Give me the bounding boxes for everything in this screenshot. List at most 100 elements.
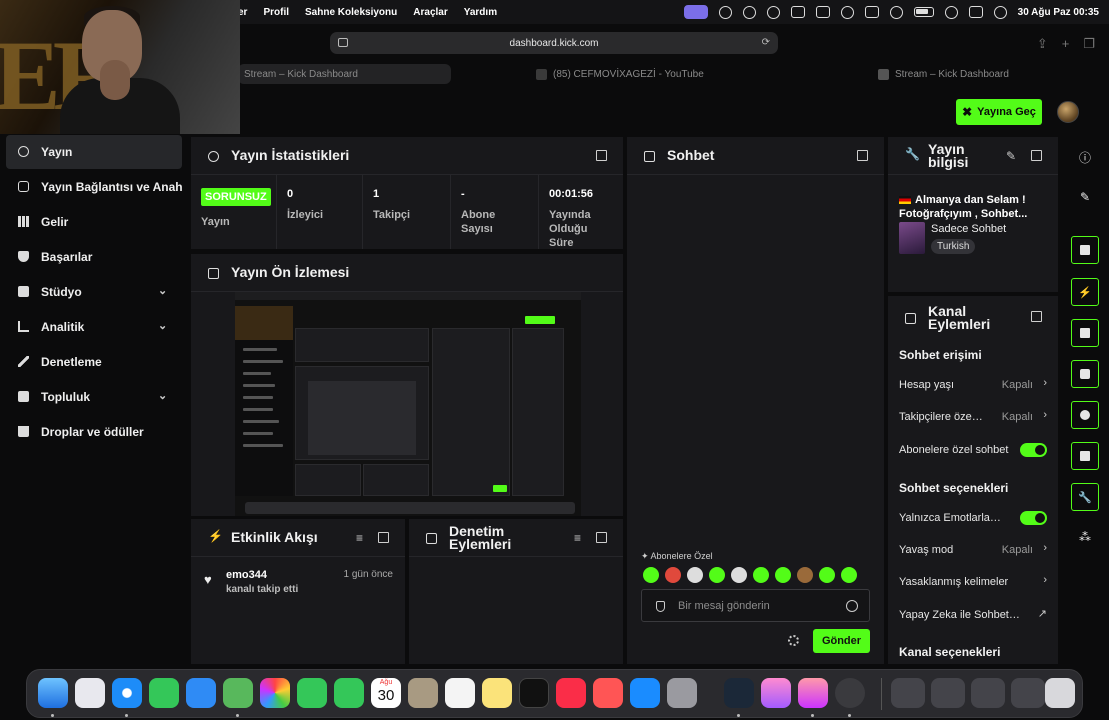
- emote-icon[interactable]: [841, 567, 857, 583]
- facetime-icon[interactable]: [297, 678, 327, 708]
- sidebar-item-stream-key[interactable]: Yayın Bağlantısı ve Anah: [6, 170, 183, 204]
- expand-icon[interactable]: [378, 532, 389, 543]
- emote-icon[interactable]: [665, 567, 681, 583]
- safari-icon[interactable]: [112, 678, 142, 708]
- gear-icon[interactable]: [788, 635, 799, 646]
- tab-kick-dashboard-2[interactable]: Stream – Kick Dashboard: [878, 64, 1078, 84]
- edit-layout-icon[interactable]: ✎: [1077, 189, 1093, 205]
- emotes-only-toggle[interactable]: [1020, 511, 1047, 525]
- apple-tv-icon[interactable]: [519, 678, 549, 708]
- recent-window-thumb[interactable]: [931, 678, 965, 708]
- steam-status-icon[interactable]: [766, 5, 780, 19]
- keyboard-icon[interactable]: [864, 6, 879, 18]
- rail-channel-button[interactable]: [1071, 442, 1099, 470]
- mail-icon[interactable]: [186, 678, 216, 708]
- subs-only-toggle[interactable]: [1020, 443, 1047, 457]
- recent-window-thumb[interactable]: [1011, 678, 1045, 708]
- translate-reload-icon[interactable]: ⟳: [762, 37, 770, 48]
- apps-icon[interactable]: ⁂: [1077, 529, 1093, 545]
- sidebar-item-topluluk[interactable]: Topluluk ⌄: [6, 380, 182, 414]
- emote-icon[interactable]: [687, 567, 703, 583]
- event-user[interactable]: emo344: [226, 569, 267, 581]
- search-icon[interactable]: [944, 5, 958, 19]
- new-tab-icon[interactable]: +: [1062, 36, 1070, 52]
- rail-activity-button[interactable]: ⚡: [1071, 278, 1099, 306]
- emote-icon[interactable]: [753, 567, 769, 583]
- expand-icon[interactable]: [596, 150, 607, 161]
- notes-icon[interactable]: [482, 678, 512, 708]
- phone-icon[interactable]: [334, 678, 364, 708]
- rail-info-button[interactable]: 🔧: [1071, 483, 1099, 511]
- menu-item-profil[interactable]: Profil: [263, 7, 289, 18]
- chevron-down-icon[interactable]: ⌄: [158, 284, 167, 297]
- menubar-clock[interactable]: 30 Ağu Paz 00:35: [1018, 7, 1099, 18]
- emote-icon[interactable]: [819, 567, 835, 583]
- category-name[interactable]: Sadece Sohbet: [931, 223, 1006, 235]
- obs-icon[interactable]: [835, 678, 865, 708]
- sidebar-item-denetleme[interactable]: Denetleme: [6, 345, 182, 379]
- car-icon[interactable]: [815, 6, 830, 18]
- instagram-icon[interactable]: [798, 678, 828, 708]
- loader-icon[interactable]: [840, 5, 854, 19]
- app-store-icon[interactable]: [630, 678, 660, 708]
- user-avatar[interactable]: [1057, 101, 1079, 123]
- edit-icon[interactable]: ✎: [1006, 149, 1016, 163]
- rail-moderation-button[interactable]: [1071, 319, 1099, 347]
- chevron-down-icon[interactable]: ⌄: [158, 319, 167, 332]
- followers-only-setting[interactable]: Takipçilere öze… Kapalı ›: [899, 408, 1049, 426]
- photos-icon[interactable]: [260, 678, 290, 708]
- ai-app-icon[interactable]: [761, 678, 791, 708]
- music-icon[interactable]: [556, 678, 586, 708]
- stream-preview-video[interactable]: [235, 292, 581, 516]
- send-button[interactable]: Gönder: [813, 629, 870, 653]
- sidebar-item-droplar[interactable]: Droplar ve ödüller: [6, 415, 182, 449]
- tab-youtube[interactable]: (85) CEFMOVİXAGEZİ - YouTube: [536, 64, 756, 84]
- rail-stats-button[interactable]: [1071, 401, 1099, 429]
- sidebar-toggle-icon[interactable]: [338, 38, 348, 47]
- sidebar-item-basarilar[interactable]: Başarılar: [6, 240, 182, 274]
- sidebar-item-yayin[interactable]: Yayın: [6, 135, 182, 169]
- expand-icon[interactable]: [857, 150, 868, 161]
- finder-icon[interactable]: [38, 678, 68, 708]
- filter-icon[interactable]: ≡: [574, 531, 581, 545]
- control-center-icon[interactable]: [968, 6, 983, 18]
- account-age-setting[interactable]: Hesap yaşı Kapalı ›: [899, 376, 1049, 394]
- menu-item-araclar[interactable]: Araçlar: [413, 7, 447, 18]
- wifi-icon[interactable]: [889, 5, 903, 19]
- expand-icon[interactable]: [1031, 150, 1042, 161]
- calendar-icon[interactable]: Ağu 30: [371, 678, 401, 708]
- tab-kick-dashboard-1[interactable]: Stream – Kick Dashboard: [238, 64, 451, 84]
- chevron-down-icon[interactable]: ⌄: [158, 389, 167, 402]
- sidebar-item-studyo[interactable]: Stüdyo ⌄: [6, 275, 182, 309]
- emote-icon[interactable]: [731, 567, 747, 583]
- slow-mode-setting[interactable]: Yavaş mod Kapalı ›: [899, 541, 1049, 559]
- siri-icon[interactable]: [993, 5, 1007, 19]
- sidebar-item-gelir[interactable]: Gelir: [6, 205, 182, 239]
- ai-chat-setting[interactable]: Yapay Zeka ile Sohbet… ↗: [899, 606, 1049, 624]
- go-live-button[interactable]: ✖ Yayına Geç: [956, 99, 1042, 125]
- emote-icon[interactable]: [709, 567, 725, 583]
- screen-share-icon[interactable]: [683, 5, 708, 19]
- menu-item-sahne[interactable]: Sahne Koleksiyonu: [305, 7, 397, 18]
- eye-icon[interactable]: [718, 5, 732, 19]
- messages-icon[interactable]: [149, 678, 179, 708]
- url-text[interactable]: dashboard.kick.com: [510, 38, 599, 49]
- emoji-icon[interactable]: [846, 600, 858, 612]
- maps-icon[interactable]: [223, 678, 253, 708]
- chat-message-input[interactable]: Bir mesaj gönderin: [641, 589, 870, 622]
- recent-window-thumb[interactable]: [971, 678, 1005, 708]
- address-bar[interactable]: dashboard.kick.com ⟳: [330, 32, 778, 54]
- share-icon[interactable]: ⇪: [1037, 36, 1048, 52]
- launchpad-icon[interactable]: [75, 678, 105, 708]
- rail-chat-button[interactable]: [1071, 360, 1099, 388]
- filter-icon[interactable]: ≡: [356, 531, 363, 545]
- rail-preview-button[interactable]: [1071, 236, 1099, 264]
- info-icon[interactable]: ⓘ: [1077, 149, 1093, 165]
- steam-icon[interactable]: [724, 678, 754, 708]
- trash-icon[interactable]: [1045, 678, 1075, 708]
- recent-window-thumb[interactable]: [891, 678, 925, 708]
- battery-icon[interactable]: [913, 7, 934, 17]
- banned-words-setting[interactable]: Yasaklanmış kelimeler ›: [899, 573, 1049, 591]
- expand-icon[interactable]: [596, 532, 607, 543]
- contacts-icon[interactable]: [408, 678, 438, 708]
